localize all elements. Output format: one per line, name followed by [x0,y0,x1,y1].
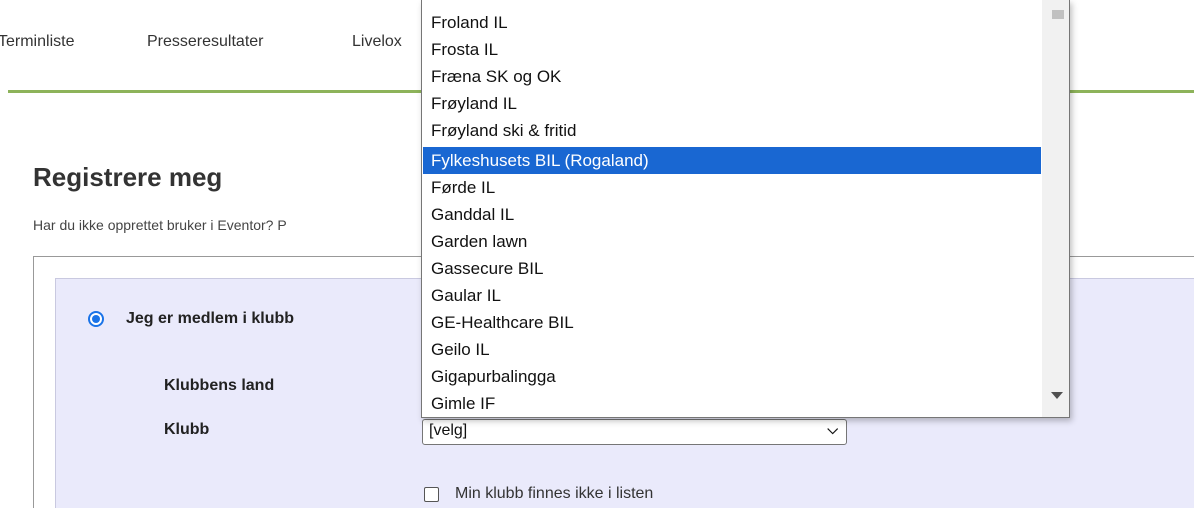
club-option[interactable]: Frøyland ski & fritid [423,117,1041,144]
club-dropdown-list[interactable]: Froland IL Frosta IL Fræna SK og OK Frøy… [421,0,1070,418]
member-radio[interactable] [88,311,104,327]
dropdown-scrollbar[interactable] [1042,0,1069,417]
club-option[interactable]: Gigapurbalingga [423,363,1041,390]
club-label: Klubb [164,421,210,438]
scrollbar-thumb[interactable] [1052,10,1064,19]
club-option[interactable]: Gaular IL [423,282,1041,309]
club-option[interactable]: Fræna SK og OK [423,63,1041,90]
club-not-listed-label: Min klubb finnes ikke i listen [455,485,654,502]
club-option[interactable]: GE-Healthcare BIL [423,309,1041,336]
club-option[interactable]: Geilo IL [423,336,1041,363]
nav-link-presseresultater[interactable]: Presseresultater [147,33,264,51]
chevron-down-icon: ⌵ [827,421,838,437]
club-option-selected[interactable]: Fylkeshusets BIL (Rogaland) [423,147,1041,174]
nav-link-terminliste[interactable]: Terminliste [0,33,74,51]
club-select-value: [velg] [429,422,468,439]
club-option[interactable]: Ganddal IL [423,201,1041,228]
club-option[interactable]: Førde IL [423,174,1041,201]
club-country-label: Klubbens land [164,377,275,394]
club-option[interactable]: Frøyland IL [423,90,1041,117]
nav-link-livelox[interactable]: Livelox [352,33,402,51]
club-select[interactable]: [velg] ⌵ [422,419,847,445]
club-option[interactable]: Gimle IF [423,390,1041,417]
member-radio-label: Jeg er medlem i klubb [126,310,295,327]
club-option[interactable]: Garden lawn [423,228,1041,255]
club-option[interactable]: Frosta IL [423,36,1041,63]
scroll-down-arrow-icon[interactable] [1051,392,1063,399]
page-title: Registrere meg [33,162,223,192]
club-option[interactable]: Gassecure BIL [423,255,1041,282]
intro-text: Har du ikke opprettet bruker i Eventor? … [33,217,287,233]
club-option[interactable]: Froland IL [423,9,1041,36]
club-not-listed-checkbox[interactable] [424,487,439,502]
